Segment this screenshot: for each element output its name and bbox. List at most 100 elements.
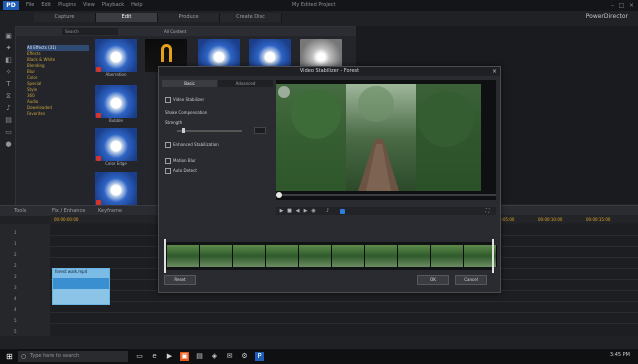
- slider-knob[interactable]: [182, 128, 185, 133]
- strength-field[interactable]: [254, 127, 266, 134]
- option-label: Enhanced Stabilization: [173, 142, 219, 147]
- stop-icon[interactable]: ■: [287, 209, 292, 214]
- checkbox[interactable]: [165, 168, 171, 174]
- fullscreen-icon[interactable]: ⛶: [485, 209, 490, 214]
- keyframe-button[interactable]: Keyframe: [98, 208, 122, 214]
- voice-icon[interactable]: ●: [4, 140, 13, 149]
- settings-gear-icon[interactable]: ⚙: [240, 352, 249, 361]
- filmstrip[interactable]: [164, 242, 497, 270]
- pip-icon[interactable]: ◧: [4, 56, 13, 65]
- tab-create-disc[interactable]: Create Disc: [220, 13, 282, 22]
- film-frame: [266, 245, 299, 267]
- play-icon[interactable]: ▶: [279, 209, 284, 214]
- edge-icon[interactable]: e: [150, 352, 159, 361]
- download-badge-icon: [96, 113, 101, 118]
- tools-button[interactable]: Tools: [14, 208, 26, 214]
- strength-slider[interactable]: [177, 128, 242, 133]
- preview-seek-bar[interactable]: [276, 194, 496, 196]
- menu-item-edit[interactable]: Edit: [41, 2, 51, 9]
- volume-icon[interactable]: ♪: [325, 209, 330, 214]
- effect-thumb[interactable]: Aberration: [95, 39, 137, 78]
- taskbar-search-input[interactable]: Type here to search: [18, 351, 128, 362]
- menu-bar: File Edit Plugins View Playback Help: [26, 2, 143, 9]
- checkbox[interactable]: [165, 142, 171, 148]
- audio-icon[interactable]: ♪: [4, 104, 13, 113]
- title-bar: PD File Edit Plugins View Playback Help …: [0, 0, 638, 11]
- option-video-stabilizer[interactable]: Video Stabilizer: [165, 97, 204, 103]
- snapshot-icon[interactable]: ◉: [311, 209, 316, 214]
- thumbnail-image: [95, 128, 137, 161]
- library-toolbar: Search All Content: [16, 27, 356, 36]
- maximize-button[interactable]: □: [618, 2, 625, 9]
- next-frame-icon[interactable]: ▶: [303, 209, 308, 214]
- transition-icon[interactable]: ⧖: [4, 92, 13, 101]
- media-icon[interactable]: ▣: [4, 32, 13, 41]
- option-shake-compensation: Shake Compensation: [165, 110, 207, 115]
- effect-thumb[interactable]: Bubble: [95, 85, 137, 124]
- preview-seek-knob[interactable]: [276, 192, 282, 198]
- menu-item-view[interactable]: View: [83, 2, 95, 9]
- chapter-icon[interactable]: ▤: [4, 116, 13, 125]
- arch-graphic-icon: [161, 44, 172, 62]
- film-frame: [167, 245, 200, 267]
- option-label: Video Stabilizer: [173, 97, 205, 102]
- app-logo: PD: [3, 1, 19, 10]
- dialog-settings: Basic Advanced Video Stabilizer Shake Co…: [162, 80, 274, 230]
- menu-item-help[interactable]: Help: [131, 2, 142, 9]
- library-search-input[interactable]: Search: [62, 28, 118, 35]
- tab-produce[interactable]: Produce: [158, 13, 220, 22]
- download-badge-icon: [96, 67, 101, 72]
- track-label: 3: [14, 285, 17, 290]
- menu-item-playback[interactable]: Playback: [102, 2, 124, 9]
- dialog-close-icon[interactable]: ×: [492, 67, 497, 76]
- ruler-tick: 00:00:15:00: [586, 217, 611, 222]
- settings-icon[interactable]: [340, 209, 345, 214]
- explorer-icon[interactable]: ▤: [195, 352, 204, 361]
- task-view-icon[interactable]: ▭: [135, 352, 144, 361]
- mail-icon[interactable]: ✉: [225, 352, 234, 361]
- store-icon[interactable]: ◈: [210, 352, 219, 361]
- checkbox[interactable]: [165, 158, 171, 164]
- powerdirector-icon[interactable]: ▶: [165, 352, 174, 361]
- fx-icon[interactable]: ✦: [4, 44, 13, 53]
- track-label: 3: [14, 274, 17, 279]
- subtitle-icon[interactable]: ▭: [4, 128, 13, 137]
- fix-enhance-button[interactable]: Fix / Enhance: [52, 208, 85, 214]
- reset-button[interactable]: Reset: [164, 275, 196, 285]
- ruler-tick: 00:00:10:00: [538, 217, 563, 222]
- tab-basic[interactable]: Basic: [162, 80, 218, 87]
- option-enhanced-stabilization[interactable]: Enhanced Stabilization: [165, 142, 219, 148]
- tree-item[interactable]: Favorites: [27, 111, 89, 117]
- app-icon[interactable]: ▣: [180, 352, 189, 361]
- window-title: My Edited Project: [292, 2, 336, 8]
- cancel-button[interactable]: Cancel: [455, 275, 487, 285]
- checkbox[interactable]: [165, 97, 171, 103]
- option-auto-detect[interactable]: Auto Detect: [165, 168, 197, 174]
- option-motion-blur[interactable]: Motion Blur: [165, 158, 196, 164]
- library-view-dropdown[interactable]: All Content: [164, 28, 186, 35]
- tab-capture[interactable]: Capture: [34, 13, 96, 22]
- close-window-button[interactable]: ×: [628, 2, 635, 9]
- track-headers: 1 1 2 2 3 3 4 4 5 5: [0, 224, 50, 336]
- dialog-title: Video Stabilizer - Forest: [159, 67, 500, 76]
- tab-edit[interactable]: Edit: [96, 13, 158, 22]
- title-icon[interactable]: T: [4, 80, 13, 89]
- tab-advanced[interactable]: Advanced: [218, 80, 274, 87]
- minimize-button[interactable]: –: [609, 2, 616, 9]
- track-label: 1: [14, 230, 17, 235]
- menu-item-file[interactable]: File: [26, 2, 34, 9]
- menu-item-plugins[interactable]: Plugins: [58, 2, 76, 9]
- film-frame: [332, 245, 365, 267]
- active-app-icon[interactable]: P: [255, 352, 264, 361]
- trim-start-handle[interactable]: [164, 239, 166, 273]
- effect-thumb[interactable]: Color Edge: [95, 128, 137, 167]
- clock-time: 3:45 PM: [609, 352, 630, 358]
- trim-end-handle[interactable]: [492, 239, 494, 273]
- particle-icon[interactable]: ✧: [4, 68, 13, 77]
- ok-button[interactable]: OK: [417, 275, 449, 285]
- prev-frame-icon[interactable]: ◀: [295, 209, 300, 214]
- forest-path-image: [276, 84, 481, 191]
- thumb-label: Bubble: [109, 118, 123, 123]
- track-divider: [50, 312, 638, 313]
- windows-start-icon[interactable]: ⊞: [6, 352, 15, 361]
